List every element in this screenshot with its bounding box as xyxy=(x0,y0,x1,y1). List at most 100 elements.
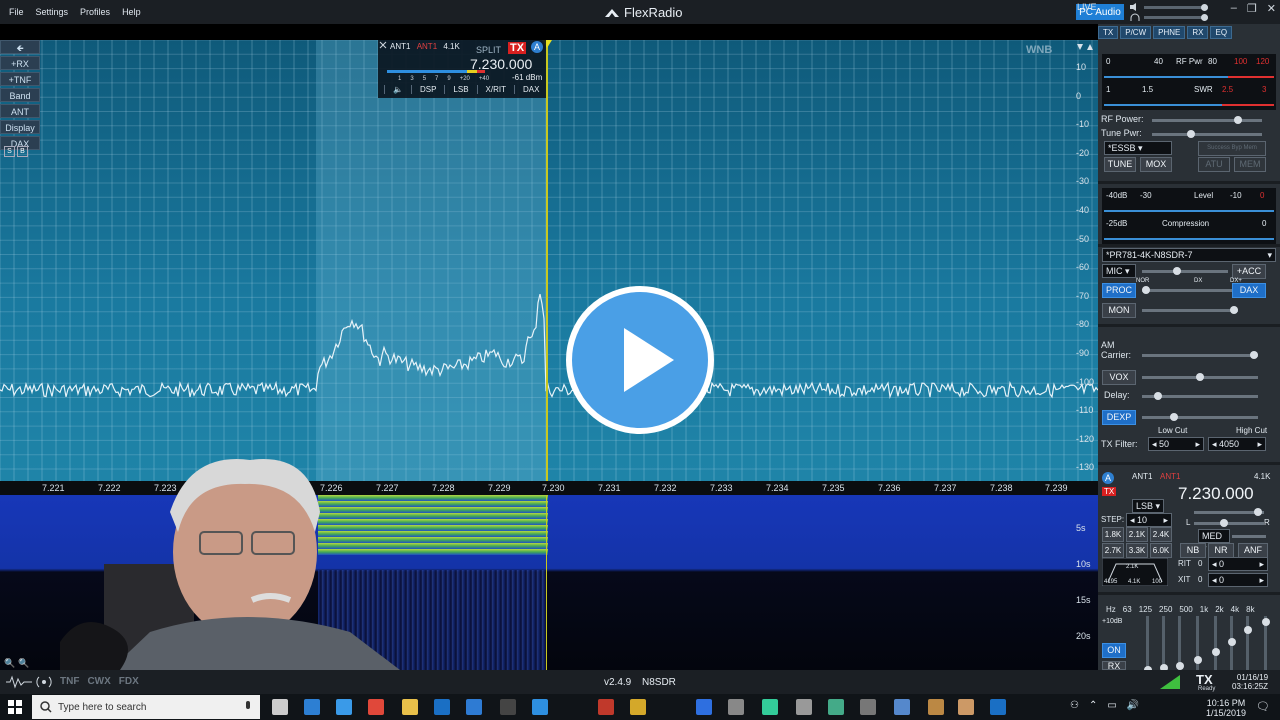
split-button[interactable]: SPLIT xyxy=(476,45,501,55)
mon-button[interactable]: MON xyxy=(1102,303,1136,318)
scale-arrows-icon[interactable] xyxy=(1076,43,1096,51)
app-icon[interactable] xyxy=(894,699,910,715)
delay-knob[interactable] xyxy=(1154,392,1162,400)
nr-button[interactable]: NR xyxy=(1208,543,1234,558)
proc-slider[interactable] xyxy=(1142,289,1238,292)
dsp-button[interactable]: DSP xyxy=(410,85,444,94)
eq-slider[interactable] xyxy=(1246,616,1249,670)
tune-power-knob[interactable] xyxy=(1186,130,1195,138)
eq-on-button[interactable]: ON xyxy=(1102,643,1126,658)
ant-button[interactable]: ANT xyxy=(0,104,40,118)
tune-button[interactable]: TUNE xyxy=(1104,157,1136,172)
rx-mode-dropdown[interactable]: LSB ▾ xyxy=(1132,499,1164,513)
microphone-icon[interactable] xyxy=(244,701,252,713)
eq-slider-knob[interactable] xyxy=(1175,662,1184,670)
rit-field[interactable]: ◂ 0 ▸ xyxy=(1208,557,1268,571)
headphone-volume-slider[interactable] xyxy=(1144,16,1208,19)
zoom-in-icon[interactable]: 🔍 xyxy=(18,658,29,669)
menu-help[interactable]: Help xyxy=(122,7,141,17)
xit-field[interactable]: ◂ 0 ▸ xyxy=(1208,573,1268,587)
mox-button[interactable]: MOX xyxy=(1140,157,1172,172)
windows-start-icon[interactable] xyxy=(8,700,22,714)
slice-frequency[interactable]: 7.230.000 xyxy=(470,56,532,72)
wnb-label[interactable]: WNB xyxy=(1026,44,1052,56)
acc-button[interactable]: +ACC xyxy=(1232,264,1266,279)
app-icon[interactable] xyxy=(696,699,712,715)
store-icon[interactable] xyxy=(466,699,482,715)
close-slice-icon[interactable] xyxy=(379,41,387,51)
anf-button[interactable]: ANF xyxy=(1238,543,1268,558)
mon-knob[interactable] xyxy=(1230,306,1238,314)
app-icon[interactable] xyxy=(728,699,744,715)
nb-button[interactable]: NB xyxy=(1180,543,1206,558)
mon-slider[interactable] xyxy=(1142,309,1238,312)
taskbar-clock[interactable]: 10:16 PM 1/15/2019 xyxy=(1206,698,1246,718)
outlook-icon[interactable] xyxy=(990,699,1006,715)
master-volume-knob[interactable] xyxy=(1201,4,1208,11)
outlook-icon[interactable] xyxy=(434,699,450,715)
rit-label[interactable]: RIT xyxy=(1178,559,1191,568)
mic-gain-slider[interactable] xyxy=(1142,270,1228,273)
tab-rx[interactable]: RX xyxy=(1187,26,1209,39)
atu-button[interactable]: ATU xyxy=(1198,157,1230,172)
edge-icon[interactable] xyxy=(304,699,320,715)
filter-6-0k[interactable]: 6.0K xyxy=(1150,543,1172,558)
rx-pan-knob[interactable] xyxy=(1220,519,1228,527)
eq-slider[interactable] xyxy=(1162,616,1165,670)
eq-slider[interactable] xyxy=(1146,616,1149,670)
dexp-knob[interactable] xyxy=(1170,413,1178,421)
taskbar-search-input[interactable]: Type here to search xyxy=(32,695,260,719)
lsb-button[interactable]: LSB xyxy=(444,85,476,94)
menu-settings[interactable]: Settings xyxy=(36,7,69,17)
band-button[interactable]: Band xyxy=(0,88,40,102)
filter-2-4k[interactable]: 2.4K xyxy=(1150,527,1172,542)
app-icon[interactable] xyxy=(796,699,812,715)
am-carrier-knob[interactable] xyxy=(1250,351,1258,359)
eq-rx-button[interactable]: RX xyxy=(1102,661,1126,670)
eq-slider-knob[interactable] xyxy=(1227,638,1236,646)
rx-ant-tx[interactable]: ANT1 xyxy=(1160,472,1180,481)
dexp-button[interactable]: DEXP xyxy=(1102,410,1136,425)
high-cut-field[interactable]: ◂ 4050 ▸ xyxy=(1208,437,1266,451)
dexp-slider[interactable] xyxy=(1142,416,1258,419)
xit-label[interactable]: XIT xyxy=(1178,575,1190,584)
waveform-icon[interactable] xyxy=(6,675,32,689)
eq-slider-knob[interactable] xyxy=(1261,618,1270,626)
tab-phne[interactable]: PHNE xyxy=(1153,26,1186,39)
eq-slider-knob[interactable] xyxy=(1193,656,1202,664)
rf-power-slider[interactable] xyxy=(1152,119,1262,122)
filter-3-3k[interactable]: 3.3K xyxy=(1126,543,1148,558)
video-play-button[interactable] xyxy=(566,286,714,434)
xrit-button[interactable]: X/RIT xyxy=(476,85,514,94)
app-icon[interactable] xyxy=(828,699,844,715)
speaker-icon[interactable]: 🔈 xyxy=(384,85,411,94)
slice-dax-button[interactable]: DAX xyxy=(514,85,547,94)
rx-volume-knob[interactable] xyxy=(1254,508,1262,516)
master-volume-slider[interactable] xyxy=(1144,6,1208,9)
tray-chevron-icon[interactable]: ⌃ xyxy=(1089,700,1097,711)
eq-slider[interactable] xyxy=(1214,616,1217,670)
close-icon[interactable]: ✕ xyxy=(1267,2,1276,15)
tab-eq[interactable]: EQ xyxy=(1210,26,1233,39)
chrome-icon[interactable] xyxy=(368,699,384,715)
volume-icon[interactable]: 🔊 xyxy=(1127,700,1139,711)
waterfall-b-button[interactable]: B xyxy=(17,146,28,157)
menu-profiles[interactable]: Profiles xyxy=(80,7,110,17)
menu-file[interactable]: File xyxy=(9,7,24,17)
app-icon[interactable] xyxy=(532,699,548,715)
mic-profile-dropdown[interactable]: *PR781-4K-N8SDR-7 ▾ xyxy=(1102,248,1276,262)
rx-frequency[interactable]: 7.230.000 xyxy=(1178,484,1254,504)
proc-knob[interactable] xyxy=(1142,286,1150,294)
filter-2-1k[interactable]: 2.1K xyxy=(1126,527,1148,542)
cwx-toggle[interactable]: CWX xyxy=(87,676,110,687)
vox-button[interactable]: VOX xyxy=(1102,370,1136,385)
rx-pan-slider[interactable] xyxy=(1194,522,1264,525)
app-icon[interactable] xyxy=(630,699,646,715)
slice-letter[interactable]: A xyxy=(531,41,543,53)
slice-tx-ant[interactable]: ANT1 xyxy=(417,42,437,51)
rx-tx-badge[interactable]: TX xyxy=(1102,487,1117,496)
task-view-icon[interactable] xyxy=(272,699,288,715)
tab-pcw[interactable]: P/CW xyxy=(1120,26,1152,39)
tuning-line[interactable] xyxy=(546,40,548,481)
network-icon[interactable]: ▭ xyxy=(1107,700,1116,711)
